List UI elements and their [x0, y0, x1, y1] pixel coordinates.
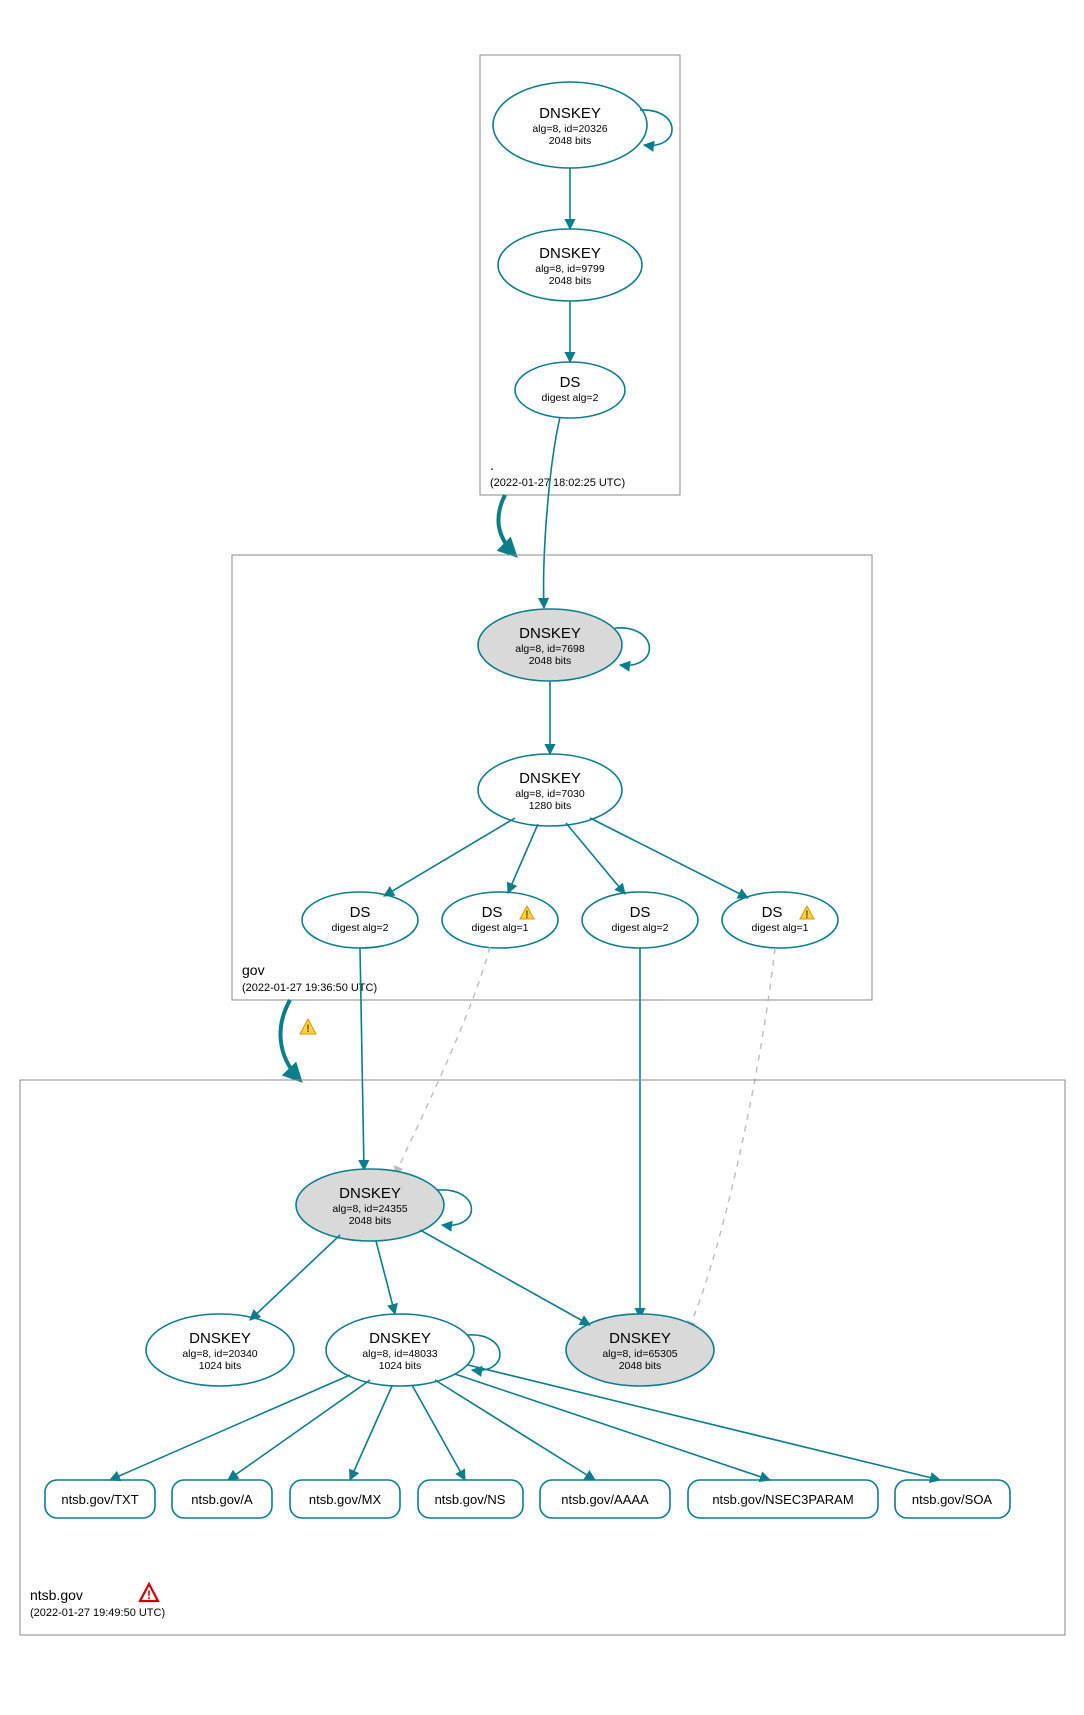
edge-govzsk-ds2 — [508, 824, 538, 893]
svg-text:ntsb.gov/TXT: ntsb.gov/TXT — [61, 1492, 138, 1507]
edge-govzsk-ds1 — [384, 818, 515, 896]
edge-govzsk-ds4 — [590, 818, 748, 898]
svg-text:DNSKEY: DNSKEY — [189, 1330, 251, 1347]
svg-text:2048 bits: 2048 bits — [619, 1360, 662, 1372]
svg-text:2048 bits: 2048 bits — [549, 135, 592, 147]
svg-text:DS: DS — [560, 374, 581, 391]
node-gov-ds3: DS digest alg=2 — [582, 892, 698, 948]
zone-gov-time: (2022-01-27 19:36:50 UTC) — [242, 982, 377, 994]
rr-a: ntsb.gov/A — [172, 1480, 272, 1518]
svg-text:DNSKEY: DNSKEY — [519, 625, 581, 642]
zone-ntsb-label: ntsb.gov — [30, 1587, 83, 1603]
zone-root-time: (2022-01-27 18:02:25 UTC) — [490, 477, 625, 489]
edge-deleg-gov-ntsb — [281, 1000, 300, 1080]
svg-text:alg=8, id=65305: alg=8, id=65305 — [602, 1348, 677, 1360]
svg-text:alg=8, id=20326: alg=8, id=20326 — [532, 123, 607, 135]
svg-text:1024 bits: 1024 bits — [379, 1360, 422, 1372]
rr-mx: ntsb.gov/MX — [290, 1480, 400, 1518]
svg-text:1024 bits: 1024 bits — [199, 1360, 242, 1372]
dnssec-graph: . (2022-01-27 18:02:25 UTC) DNSKEY alg=8… — [0, 0, 1084, 1715]
svg-text:alg=8, id=7698: alg=8, id=7698 — [515, 643, 585, 655]
svg-text:alg=8, id=9799: alg=8, id=9799 — [535, 263, 605, 275]
svg-text:2048 bits: 2048 bits — [549, 275, 592, 287]
svg-text:2048 bits: 2048 bits — [349, 1215, 392, 1227]
rr-ns: ntsb.gov/NS — [418, 1480, 523, 1518]
svg-text:!: ! — [805, 909, 809, 921]
node-gov-ds2: DS digest alg=1 ! — [442, 892, 558, 948]
svg-text:2048 bits: 2048 bits — [529, 655, 572, 667]
rr-soa: ntsb.gov/SOA — [895, 1480, 1010, 1518]
edge-ntsbksk-k2 — [250, 1235, 340, 1320]
svg-text:alg=8, id=7030: alg=8, id=7030 — [515, 788, 585, 800]
zone-ntsb-time: (2022-01-27 19:49:50 UTC) — [30, 1607, 165, 1619]
edge-ds4-ntsbk4 — [688, 948, 775, 1330]
node-ntsb-k2: DNSKEY alg=8, id=20340 1024 bits — [146, 1314, 294, 1386]
svg-text:ntsb.gov/AAAA: ntsb.gov/AAAA — [561, 1492, 649, 1507]
edge-zsk-txt — [110, 1375, 350, 1480]
node-root-ds: DS digest alg=2 — [515, 362, 625, 418]
svg-text:digest alg=2: digest alg=2 — [542, 392, 599, 404]
svg-text:alg=8, id=20340: alg=8, id=20340 — [182, 1348, 257, 1360]
edge-deleg-root-gov — [498, 495, 515, 555]
svg-text:digest alg=2: digest alg=2 — [612, 922, 669, 934]
edge-zsk-ns — [412, 1385, 465, 1480]
svg-text:1280 bits: 1280 bits — [529, 800, 572, 812]
svg-text:digest alg=2: digest alg=2 — [332, 922, 389, 934]
node-gov-ksk: DNSKEY alg=8, id=7698 2048 bits — [478, 609, 622, 681]
edge-govzsk-ds3 — [566, 823, 625, 894]
node-root-ksk: DNSKEY alg=8, id=20326 2048 bits — [493, 82, 647, 168]
edge-ds2-ntsbksk — [395, 947, 490, 1175]
svg-text:DS: DS — [350, 904, 371, 921]
edge-zsk-a — [228, 1380, 370, 1480]
node-gov-ds1: DS digest alg=2 — [302, 892, 418, 948]
svg-text:ntsb.gov/NSEC3PARAM: ntsb.gov/NSEC3PARAM — [712, 1492, 853, 1507]
edge-zsk-mx — [350, 1386, 392, 1480]
svg-text:DNSKEY: DNSKEY — [539, 105, 601, 122]
svg-text:ntsb.gov/A: ntsb.gov/A — [191, 1492, 253, 1507]
edge-ntsbksk-zsk — [376, 1241, 395, 1314]
rr-aaaa: ntsb.gov/AAAA — [540, 1480, 670, 1518]
svg-text:DS: DS — [482, 904, 503, 921]
svg-text:!: ! — [525, 909, 529, 921]
svg-text:alg=8, id=48033: alg=8, id=48033 — [362, 1348, 437, 1360]
zone-gov-label: gov — [242, 962, 265, 978]
svg-text:DS: DS — [762, 904, 783, 921]
svg-text:DNSKEY: DNSKEY — [609, 1330, 671, 1347]
svg-text:ntsb.gov/MX: ntsb.gov/MX — [309, 1492, 382, 1507]
svg-text:ntsb.gov/SOA: ntsb.gov/SOA — [912, 1492, 993, 1507]
svg-text:ntsb.gov/NS: ntsb.gov/NS — [435, 1492, 506, 1507]
svg-text:digest alg=1: digest alg=1 — [472, 922, 529, 934]
svg-text:DNSKEY: DNSKEY — [539, 245, 601, 262]
rr-txt: ntsb.gov/TXT — [45, 1480, 155, 1518]
svg-text:DS: DS — [630, 904, 651, 921]
error-icon: ! — [140, 1584, 158, 1602]
edge-rootds-govksk — [544, 417, 560, 608]
svg-text:DNSKEY: DNSKEY — [519, 770, 581, 787]
svg-text:digest alg=1: digest alg=1 — [752, 922, 809, 934]
node-gov-zsk: DNSKEY alg=8, id=7030 1280 bits — [478, 754, 622, 826]
svg-text:!: ! — [147, 1588, 151, 1602]
svg-text:DNSKEY: DNSKEY — [339, 1185, 401, 1202]
warning-icon: ! — [300, 1019, 316, 1035]
svg-text:alg=8, id=24355: alg=8, id=24355 — [332, 1203, 407, 1215]
edge-zsk-soa — [468, 1365, 940, 1480]
svg-text:!: ! — [306, 1023, 310, 1035]
edge-ntsbksk-k4 — [420, 1230, 590, 1325]
rr-nsec3param: ntsb.gov/NSEC3PARAM — [688, 1480, 878, 1518]
node-gov-ds4: DS digest alg=1 ! — [722, 892, 838, 948]
node-root-zsk: DNSKEY alg=8, id=9799 2048 bits — [498, 229, 642, 301]
svg-text:DNSKEY: DNSKEY — [369, 1330, 431, 1347]
zone-root-label: . — [490, 457, 494, 473]
